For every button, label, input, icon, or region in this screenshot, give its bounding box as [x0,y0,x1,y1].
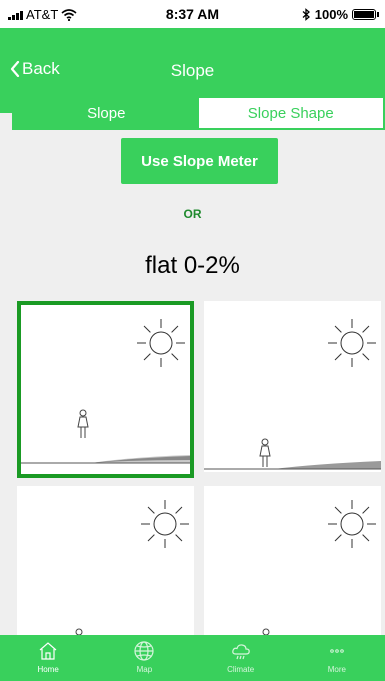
tile-slope-right-drawing [262,500,376,635]
tile-slope-right[interactable] [204,486,381,635]
battery-cap [377,12,379,17]
ground-profile [21,455,190,464]
segment-slope-shape[interactable]: Slope Shape [198,98,383,128]
tab-climate[interactable]: Climate [193,635,289,681]
tile-slope-left-drawing [75,500,189,635]
person-icon [77,409,89,438]
or-label: OR [183,207,202,221]
tab-map-label: Map [136,665,153,674]
sun-icon [137,319,185,367]
tab-climate-label: Climate [227,665,255,674]
tab-home-label: Home [37,665,59,674]
battery-percent: 100% [314,7,348,22]
bluetooth-icon [302,8,310,21]
tile-flat-left[interactable] [17,301,194,478]
home-icon [39,642,57,660]
status-bar: AT&T 8:37 AM 100% [0,0,385,28]
globe-icon [134,641,154,661]
tile-flat-right-drawing [204,319,381,470]
tile-flat-left-drawing [21,319,190,464]
slope-value: flat 0-2% [145,252,240,279]
battery-icon [352,9,376,20]
ground-profile [204,461,381,470]
sun-icon [328,500,376,548]
segment-slope[interactable]: Slope [14,98,199,128]
page-title: Slope [170,61,215,80]
sun-icon [328,319,376,367]
tab-more[interactable]: More [289,635,385,681]
more-icon [330,649,344,653]
tile-flat-right[interactable] [204,301,381,472]
slope-segmented-control: Slope Slope Shape [12,96,385,130]
sun-icon [141,500,189,548]
tab-home[interactable]: Home [0,635,96,681]
tab-map[interactable]: Map [96,635,192,681]
use-slope-meter-button[interactable]: Use Slope Meter [121,138,278,184]
tab-bar: Home Map Climate More [0,635,385,681]
person-icon [259,438,271,467]
tab-more-label: More [327,665,346,674]
cloud-rain-icon [231,644,250,660]
tile-slope-left[interactable] [17,486,194,635]
status-right: 100% [302,7,379,22]
